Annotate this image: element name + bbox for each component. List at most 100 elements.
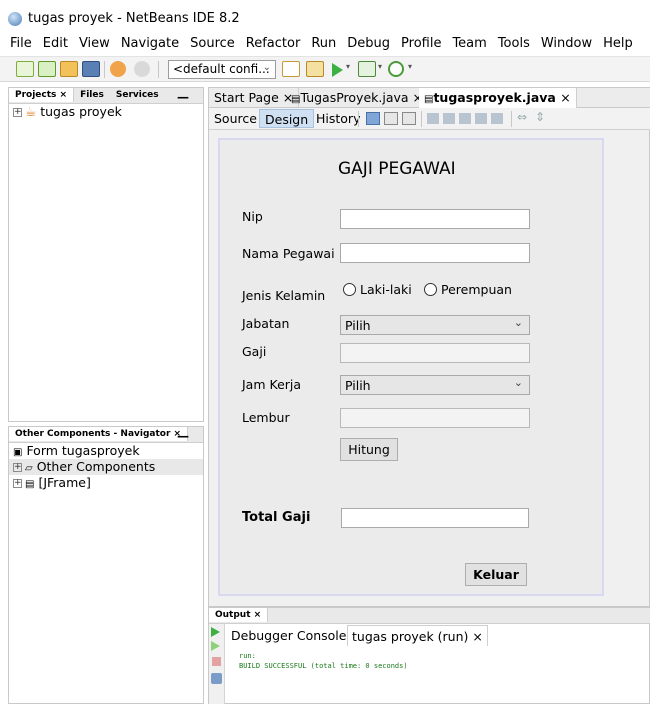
tab-output[interactable]: Output × xyxy=(209,608,269,622)
nip-field[interactable] xyxy=(340,209,530,229)
tab-run-output[interactable]: tugas proyek (run) × xyxy=(347,625,488,646)
expand-icon[interactable]: + xyxy=(13,463,22,472)
tab-debugger-console[interactable]: Debugger Console × xyxy=(227,625,365,646)
stop-icon[interactable] xyxy=(212,657,221,666)
tab-files[interactable]: Files xyxy=(74,88,110,102)
run-icon[interactable] xyxy=(332,63,343,77)
radio-laki-laki-label: Laki-laki xyxy=(360,282,412,297)
menu-navigate[interactable]: Navigate xyxy=(112,34,181,51)
new-file-icon[interactable] xyxy=(16,61,34,77)
lembur-field[interactable] xyxy=(340,408,530,428)
menu-file[interactable]: File xyxy=(0,34,34,51)
jabatan-select[interactable]: Pilih ⌄ xyxy=(340,315,530,335)
jframe-form[interactable]: GAJI PEGAWAI Nip Nama Pegawai Jenis Kela… xyxy=(218,138,604,596)
project-name: tugas proyek xyxy=(40,104,122,119)
undo-icon[interactable] xyxy=(110,61,126,77)
rerun-icon[interactable] xyxy=(211,627,220,637)
nama-pegawai-field[interactable] xyxy=(340,243,530,263)
horizontal-resize-icon[interactable]: ⇔ xyxy=(517,110,527,124)
rerun-with-options-icon[interactable] xyxy=(211,641,220,651)
menu-tools[interactable]: Tools xyxy=(489,34,532,51)
connection-mode-icon[interactable] xyxy=(384,112,398,125)
toolbar-separator xyxy=(421,111,422,127)
menu-help[interactable]: Help xyxy=(594,34,635,51)
preview-design-icon[interactable] xyxy=(402,112,416,125)
chevron-down-icon: ⌄ xyxy=(513,316,523,329)
expand-icon[interactable]: + xyxy=(13,479,22,488)
view-source-button[interactable]: Source xyxy=(209,109,262,128)
output-line: BUILD SUCCESSFUL (total time: 0 seconds) xyxy=(239,662,408,670)
total-gaji-field[interactable] xyxy=(341,508,529,528)
configuration-value: <default confi... xyxy=(173,62,270,76)
tab-navigator[interactable]: Other Components - Navigator × xyxy=(9,427,189,441)
jam-kerja-value: Pilih xyxy=(345,378,371,393)
vertical-resize-icon[interactable]: ⇕ xyxy=(535,110,545,124)
redo-icon[interactable] xyxy=(134,61,150,77)
tree-label: Form tugasproyek xyxy=(26,443,140,458)
view-design-button[interactable]: Design xyxy=(259,109,315,128)
profile-icon[interactable] xyxy=(388,61,404,77)
project-coffee-icon: ☕ xyxy=(25,104,37,119)
projects-panel: Projects × Files Services — + ☕ tugas proye… xyxy=(8,87,204,422)
save-all-icon[interactable] xyxy=(82,61,100,77)
profile-dropdown-icon[interactable]: ▾ xyxy=(408,62,412,71)
folder-icon: ▱ xyxy=(25,463,33,474)
total-gaji-label: Total Gaji xyxy=(242,510,311,525)
keluar-button[interactable]: Keluar xyxy=(465,563,527,586)
nip-label: Nip xyxy=(242,209,263,224)
menu-edit[interactable]: Edit xyxy=(34,34,70,51)
menu-window[interactable]: Window xyxy=(532,34,594,51)
radio-perempuan[interactable] xyxy=(424,283,437,296)
output-header: Output × xyxy=(209,608,650,624)
tab-tugasproyek-java-2[interactable]: ▤tugasproyek.java × xyxy=(419,88,577,108)
close-icon[interactable]: × xyxy=(560,90,570,105)
nama-pegawai-label: Nama Pegawai xyxy=(242,246,335,261)
toolbar-separator xyxy=(358,111,359,127)
align-icons[interactable] xyxy=(427,113,507,124)
expand-icon[interactable]: + xyxy=(13,108,22,117)
debug-icon[interactable] xyxy=(358,61,376,77)
run-dropdown-icon[interactable]: ▾ xyxy=(346,62,350,71)
build-hammer-icon[interactable] xyxy=(282,61,300,77)
title-bar: tugas proyek - NetBeans IDE 8.2 xyxy=(0,0,650,34)
new-project-icon[interactable] xyxy=(38,61,56,77)
radio-perempuan-label: Perempuan xyxy=(441,282,512,297)
minimize-icon[interactable]: — xyxy=(171,88,195,106)
menu-view[interactable]: View xyxy=(70,34,112,51)
tree-item-form[interactable]: ▣ Form tugasproyek xyxy=(9,443,203,459)
jam-kerja-select[interactable]: Pilih ⌄ xyxy=(340,375,530,395)
configuration-select[interactable]: <default confi... ⌄ xyxy=(168,60,276,79)
tab-services[interactable]: Services xyxy=(110,88,165,102)
frame-icon: ▤ xyxy=(25,479,35,490)
settings-icon[interactable] xyxy=(211,673,222,684)
netbeans-logo-icon xyxy=(8,12,22,26)
menu-profile[interactable]: Profile xyxy=(392,34,443,51)
output-panel: Output × Debugger Console × tugas proyek… xyxy=(208,607,650,704)
tab-tugasproyek-java-1[interactable]: ▤TugasProyek.java × xyxy=(286,88,430,108)
menu-debug[interactable]: Debug xyxy=(338,34,392,51)
open-project-icon[interactable] xyxy=(60,61,78,77)
radio-laki-laki[interactable] xyxy=(343,283,356,296)
toolbar-separator xyxy=(158,61,159,78)
tree-item-jframe[interactable]: + ▤ [JFrame] xyxy=(9,475,203,491)
menu-source[interactable]: Source xyxy=(181,34,237,51)
output-line: run: xyxy=(239,652,256,660)
hitung-button[interactable]: Hitung xyxy=(340,438,398,461)
clean-build-icon[interactable] xyxy=(306,61,324,77)
jabatan-label: Jabatan xyxy=(242,316,290,331)
debug-dropdown-icon[interactable]: ▾ xyxy=(378,62,382,71)
main-toolbar: <default confi... ⌄ ▾ ▾ ▾ xyxy=(0,56,650,82)
tab-projects[interactable]: Projects × xyxy=(9,88,75,102)
selection-mode-icon[interactable] xyxy=(366,112,380,125)
minimize-icon[interactable]: — xyxy=(171,427,195,445)
tree-item-other-components[interactable]: + ▱ Other Components xyxy=(9,459,203,475)
gaji-field[interactable] xyxy=(340,343,530,363)
form-icon: ▣ xyxy=(13,447,23,458)
tree-item-project[interactable]: + ☕ tugas proyek xyxy=(9,104,203,120)
menu-run[interactable]: Run xyxy=(302,34,338,51)
menu-refactor[interactable]: Refactor xyxy=(237,34,303,51)
menu-team[interactable]: Team xyxy=(443,34,488,51)
editor-tabs: Start Page × ▤TugasProyek.java × ▤tugasp… xyxy=(209,88,650,108)
navigator-header: Other Components - Navigator × — xyxy=(9,427,203,443)
window-title: tugas proyek - NetBeans IDE 8.2 xyxy=(28,11,240,26)
